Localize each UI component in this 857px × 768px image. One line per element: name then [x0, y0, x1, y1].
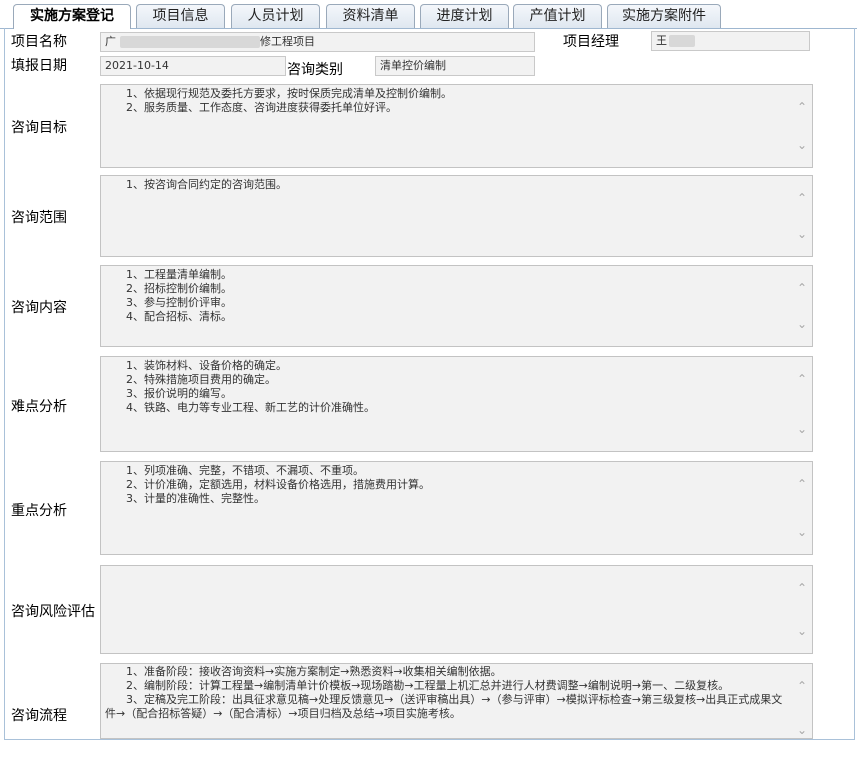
section-label-content: 咨询内容 — [11, 300, 67, 316]
text-line: 1、按咨询合同约定的咨询范围。 — [105, 178, 287, 191]
chevron-down-icon[interactable]: ⌄ — [795, 526, 809, 538]
section-label-key-points: 重点分析 — [11, 503, 67, 519]
scrollbar[interactable]: ⌃ ⌄ — [792, 664, 812, 738]
tab-bar: 实施方案登记 项目信息 人员计划 资料清单 进度计划 产值计划 实施方案附件 — [0, 0, 857, 29]
tab-output-plan[interactable]: 产值计划 — [513, 4, 602, 28]
scrollbar[interactable]: ⌃ ⌄ — [792, 566, 812, 653]
text-line: 3、报价说明的编写。 — [105, 387, 232, 400]
text-line: 2、特殊措施项目费用的确定。 — [105, 373, 276, 386]
chevron-up-icon[interactable]: ⌃ — [795, 478, 809, 490]
content-textarea[interactable]: 1、工程量清单编制。 2、招标控制价编制。 3、参与控制价评审。 4、配合招标、… — [100, 265, 813, 347]
text-line: 2、编制阶段：计算工程量→编制清单计价模板→现场踏勘→工程量上机汇总并进行人材费… — [105, 679, 730, 692]
manager-value: 王 — [656, 34, 667, 47]
text-line: 3、计量的准确性、完整性。 — [105, 492, 265, 505]
key-points-textarea[interactable]: 1、列项准确、完整，不错项、不漏项、不重项。 2、计价准确，定额选用，材料设备价… — [100, 461, 813, 555]
scrollbar[interactable]: ⌃ ⌄ — [792, 462, 812, 554]
chevron-up-icon[interactable]: ⌃ — [795, 680, 809, 692]
chevron-up-icon[interactable]: ⌃ — [795, 582, 809, 594]
tab-project-info[interactable]: 项目信息 — [136, 4, 225, 28]
text-line: 1、装饰材料、设备价格的确定。 — [105, 359, 287, 372]
project-name-field[interactable]: 广 修工程项目 — [100, 32, 535, 52]
section-label-goal: 咨询目标 — [11, 120, 67, 136]
text-line: 2、招标控制价编制。 — [105, 282, 232, 295]
project-name-value: 修工程项目 — [260, 35, 315, 48]
tab-plan-attachments[interactable]: 实施方案附件 — [607, 4, 721, 28]
manager-field[interactable]: 王 — [651, 31, 810, 51]
fill-date-field[interactable]: 2021-10-14 — [100, 56, 286, 76]
project-name-prefix: 广 — [105, 35, 116, 48]
risk-textarea[interactable]: ⌃ ⌄ — [100, 565, 813, 654]
text-line: 3、参与控制价评审。 — [105, 296, 232, 309]
chevron-down-icon[interactable]: ⌄ — [795, 228, 809, 240]
text-line: 4、铁路、电力等专业工程、新工艺的计价准确性。 — [105, 401, 375, 414]
section-label-process: 咨询流程 — [11, 708, 67, 724]
text-line: 2、服务质量、工作态度、咨询进度获得委托单位好评。 — [105, 101, 397, 114]
scrollbar[interactable]: ⌃ ⌄ — [792, 266, 812, 346]
text-line: 3、定稿及完工阶段：出具征求意见稿→处理反馈意见→（送评审稿出具）→（参与评审）… — [105, 693, 783, 720]
section-label-risk: 咨询风险评估 — [11, 604, 95, 620]
tab-schedule-plan[interactable]: 进度计划 — [420, 4, 509, 28]
manager-label: 项目经理 — [563, 34, 619, 50]
text-line: 2、计价准确，定额选用，材料设备价格选用，措施费用计算。 — [105, 478, 430, 491]
section-label-difficulty: 难点分析 — [11, 399, 67, 415]
difficulty-textarea[interactable]: 1、装饰材料、设备价格的确定。 2、特殊措施项目费用的确定。 3、报价说明的编写… — [100, 356, 813, 452]
consult-type-field[interactable]: 清单控价编制 — [375, 56, 535, 76]
consult-type-label: 咨询类别 — [287, 62, 343, 78]
text-line: 1、列项准确、完整，不错项、不漏项、不重项。 — [105, 464, 364, 477]
text-line: 4、配合招标、清标。 — [105, 310, 232, 323]
fill-date-label: 填报日期 — [11, 58, 67, 74]
scrollbar[interactable]: ⌃ ⌄ — [792, 85, 812, 167]
chevron-up-icon[interactable]: ⌃ — [795, 282, 809, 294]
redacted-text — [669, 35, 695, 47]
chevron-down-icon[interactable]: ⌄ — [795, 318, 809, 330]
scrollbar[interactable]: ⌃ ⌄ — [792, 176, 812, 256]
tab-implementation-plan[interactable]: 实施方案登记 — [13, 4, 131, 29]
text-line: 1、准备阶段：接收咨询资料→实施方案制定→熟悉资料→收集相关编制依据。 — [105, 665, 502, 678]
project-name-label: 项目名称 — [11, 34, 67, 50]
process-textarea[interactable]: 1、准备阶段：接收咨询资料→实施方案制定→熟悉资料→收集相关编制依据。 2、编制… — [100, 663, 813, 739]
chevron-up-icon[interactable]: ⌃ — [795, 192, 809, 204]
chevron-down-icon[interactable]: ⌄ — [795, 139, 809, 151]
scope-textarea[interactable]: 1、按咨询合同约定的咨询范围。 ⌃ ⌄ — [100, 175, 813, 257]
scrollbar[interactable]: ⌃ ⌄ — [792, 357, 812, 451]
section-label-scope: 咨询范围 — [11, 210, 67, 226]
chevron-down-icon[interactable]: ⌄ — [795, 625, 809, 637]
tab-staff-plan[interactable]: 人员计划 — [231, 4, 320, 28]
chevron-up-icon[interactable]: ⌃ — [795, 101, 809, 113]
chevron-up-icon[interactable]: ⌃ — [795, 373, 809, 385]
text-line: 1、依据现行规范及委托方要求，按时保质完成清单及控制价编制。 — [105, 87, 452, 100]
goal-textarea[interactable]: 1、依据现行规范及委托方要求，按时保质完成清单及控制价编制。 2、服务质量、工作… — [100, 84, 813, 168]
chevron-down-icon[interactable]: ⌄ — [795, 724, 809, 736]
text-line: 1、工程量清单编制。 — [105, 268, 232, 281]
tab-document-list[interactable]: 资料清单 — [326, 4, 415, 28]
chevron-down-icon[interactable]: ⌄ — [795, 423, 809, 435]
redacted-text — [120, 36, 260, 48]
